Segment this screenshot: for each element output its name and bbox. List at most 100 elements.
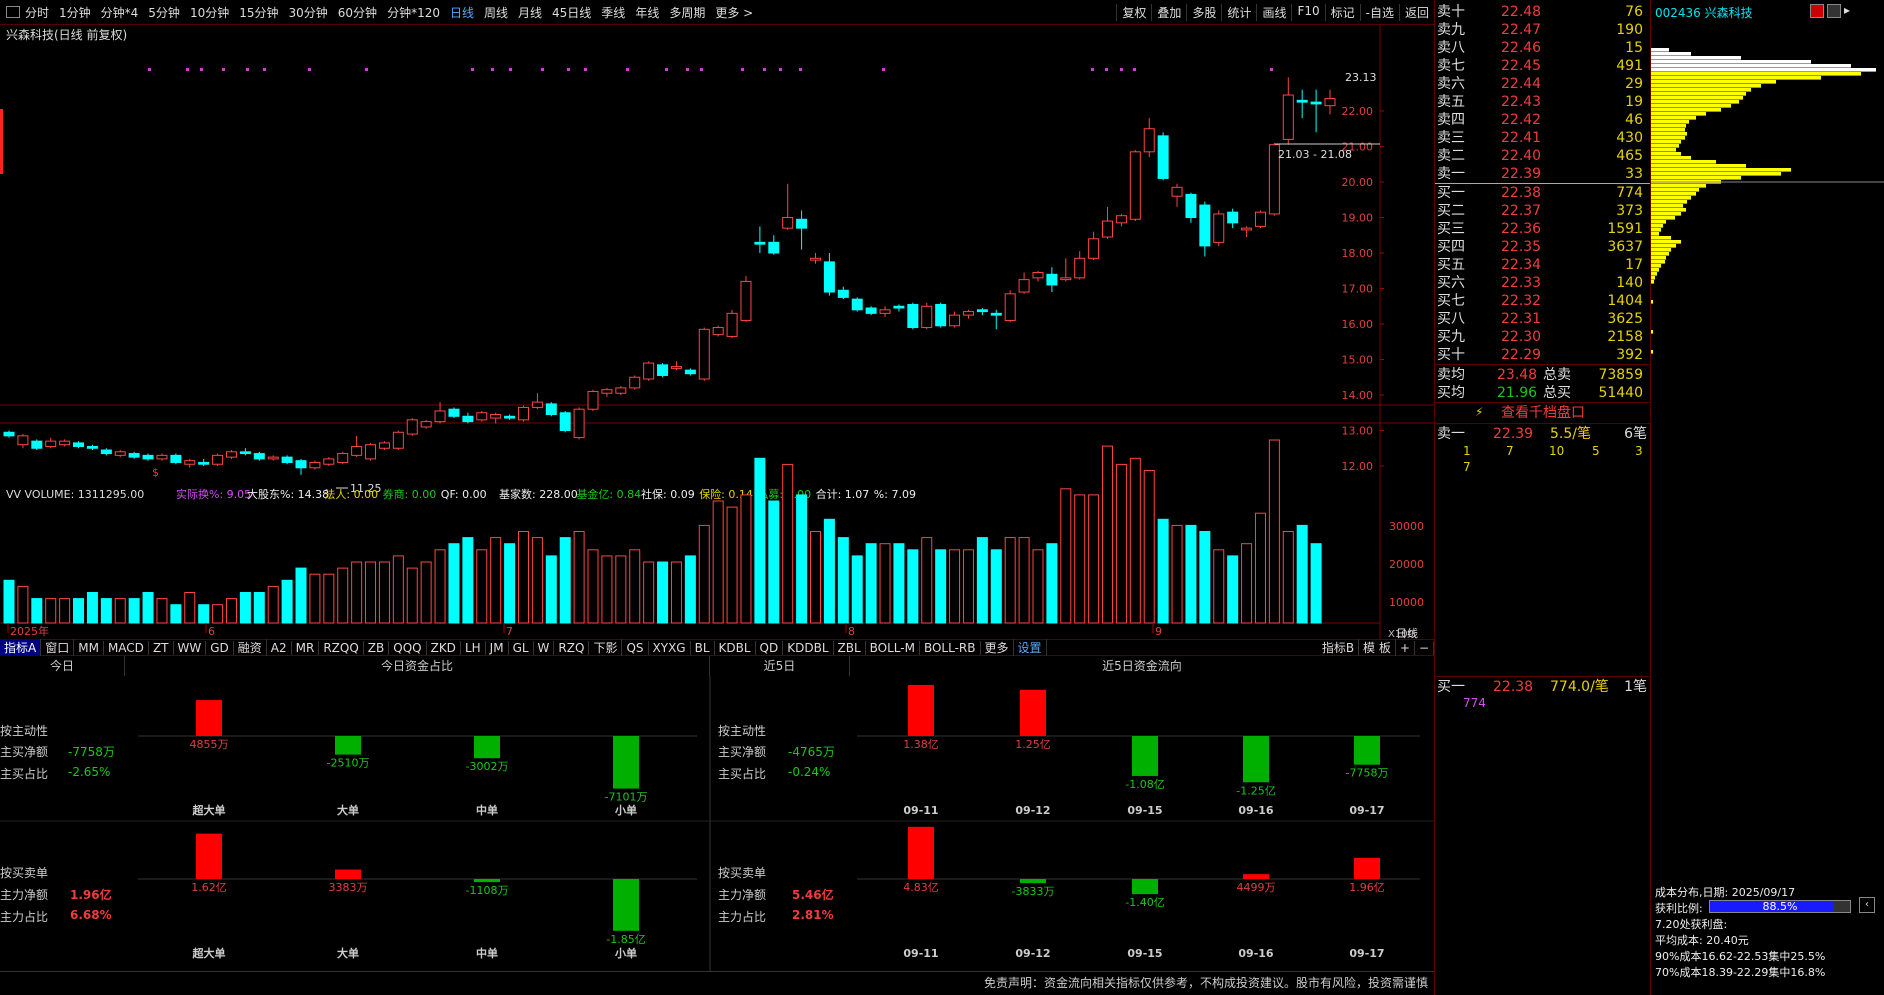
cost-date: 成本分布,日期: 2025/09/17 — [1655, 886, 1796, 899]
chip-bar — [1651, 48, 1669, 52]
period-1[interactable]: 1分钟 — [54, 4, 96, 21]
candle-body — [1282, 94, 1294, 140]
price-label: 14.00 — [1342, 389, 1374, 402]
indicator-tab-6[interactable]: GD — [206, 640, 234, 655]
indicator-tab-8[interactable]: A2 — [267, 640, 292, 655]
tool-6[interactable]: 标记 — [1324, 3, 1360, 21]
volume-bar — [59, 598, 71, 624]
period-9[interactable]: 日线 — [445, 4, 479, 21]
price-label: 20.00 — [1342, 176, 1374, 189]
tool-2[interactable]: 多股 — [1186, 3, 1221, 21]
candle-body — [1074, 257, 1086, 279]
tool-7[interactable]: -自选 — [1359, 3, 1399, 21]
chip-bar — [1651, 68, 1876, 72]
profit-ratio-value: 88.5% — [1762, 900, 1798, 913]
chip-bar — [1651, 244, 1676, 248]
indicator-tab-30[interactable]: 设置 — [1014, 639, 1047, 656]
period-5[interactable]: 15分钟 — [234, 4, 283, 21]
indicator-tab-21[interactable]: XYXG — [649, 640, 691, 655]
chip-bar — [1651, 204, 1683, 208]
indicator-tab-22[interactable]: BL — [691, 640, 715, 655]
period-10[interactable]: 周线 — [479, 4, 513, 21]
indicator-tab-3[interactable]: MACD — [104, 640, 149, 655]
indicator-tab-13[interactable]: ZKD — [427, 640, 461, 655]
volume-bar — [1310, 543, 1322, 624]
view-depth-button[interactable]: 查看千档盘口 — [1435, 403, 1651, 423]
period-7[interactable]: 60分钟 — [333, 4, 382, 21]
signal-dot — [1105, 68, 1108, 71]
fund-bar — [335, 869, 361, 879]
period-4[interactable]: 10分钟 — [185, 4, 234, 21]
candle-body — [1157, 135, 1169, 179]
indicator-tab-29[interactable]: 更多 — [981, 639, 1014, 656]
candle-body — [434, 410, 446, 423]
indicator-tab-27[interactable]: BOLL-M — [866, 640, 920, 655]
ob-volume: 17 — [1625, 257, 1643, 273]
candle-body — [323, 458, 335, 465]
volume-bar — [462, 537, 474, 624]
indicator-tab-18[interactable]: RZQ — [554, 640, 590, 655]
kline-chart-area[interactable]: 兴森科技(日线 前复权) 22.00 21.00 20.00 19.00 18.00 17… — [0, 25, 1434, 655]
candle-body — [754, 241, 766, 245]
indicator-tab-12[interactable]: QQQ — [389, 640, 427, 655]
ob-volume: 1404 — [1607, 293, 1643, 309]
period-12[interactable]: 45日线 — [547, 4, 596, 21]
period-6[interactable]: 30分钟 — [284, 4, 333, 21]
period-3[interactable]: 5分钟 — [143, 4, 185, 21]
indicator-tab-20[interactable]: QS — [622, 640, 649, 655]
indicator-tab-14[interactable]: LH — [461, 640, 486, 655]
indicator-tab-0[interactable]: 指标A — [0, 639, 42, 656]
period-0[interactable]: 分时 — [20, 4, 54, 21]
tab-right-0[interactable]: 指标B — [1318, 639, 1360, 656]
indicator-tab-4[interactable]: ZT — [149, 640, 174, 655]
indicator-tab-15[interactable]: JM — [486, 640, 509, 655]
indicator-tab-5[interactable]: WW — [174, 640, 207, 655]
indicator-tab-1[interactable]: 窗口 — [41, 639, 75, 656]
period-8[interactable]: 分钟*120 — [382, 4, 445, 21]
indicator-tab-23[interactable]: KDBL — [715, 640, 756, 655]
sell-row-3: 卖三 22.41 430 — [1435, 129, 1651, 147]
indicator-tabs: 指标A 窗口 MM MACD ZT WW GD 融资 A2 MR RZQQ ZB QQQ ZKD LH JM G… — [0, 639, 1434, 656]
tab-right-2[interactable]: + — [1396, 640, 1415, 655]
sell1-order: 1 — [1463, 444, 1471, 458]
nav-toggle-icon[interactable] — [6, 6, 20, 18]
indicator-tab-17[interactable]: W — [534, 640, 555, 655]
indicator-tab-7[interactable]: 融资 — [234, 639, 267, 656]
fund-bar-value: 1.38亿 — [903, 738, 939, 751]
indicator-tab-2[interactable]: MM — [74, 640, 104, 655]
tool-4[interactable]: 画线 — [1256, 3, 1291, 21]
indicator-tab-24[interactable]: QD — [756, 640, 784, 655]
period-16[interactable]: 更多 > — [710, 4, 758, 21]
buy-row-4: 买四 22.35 3637 — [1435, 238, 1651, 256]
period-14[interactable]: 年线 — [630, 4, 664, 21]
sell1-order: 5 — [1592, 444, 1600, 458]
candle-body — [225, 451, 237, 458]
indicator-tab-28[interactable]: BOLL-RB — [920, 640, 981, 655]
fund-bar-category: 09-12 — [1015, 947, 1050, 960]
period-13[interactable]: 季线 — [596, 4, 630, 21]
period-11[interactable]: 月线 — [513, 4, 547, 21]
tool-0[interactable]: 复权 — [1116, 3, 1151, 21]
kline-chart[interactable]: 22.0021.0020.0019.0018.0017.0016.0015.00… — [0, 25, 1434, 639]
indicator-tab-11[interactable]: ZB — [364, 640, 390, 655]
indicator-tab-16[interactable]: GL — [509, 640, 534, 655]
sell-row-5: 卖五 22.43 19 — [1435, 93, 1651, 111]
tool-3[interactable]: 统计 — [1221, 3, 1256, 21]
tab-right-3[interactable]: − — [1415, 640, 1434, 655]
indicator-tab-9[interactable]: MR — [292, 640, 320, 655]
period-2[interactable]: 分钟*4 — [96, 4, 144, 21]
fund-bar-category: 09-16 — [1238, 947, 1274, 960]
indicator-tab-25[interactable]: KDDBL — [783, 640, 834, 655]
tool-1[interactable]: 叠加 — [1151, 3, 1186, 21]
volume-bar — [768, 500, 780, 624]
indicator-tab-10[interactable]: RZQQ — [319, 640, 364, 655]
chevron-left-icon[interactable]: ‹ — [1859, 897, 1875, 913]
fund-bar — [613, 879, 639, 931]
tool-5[interactable]: F10 — [1291, 3, 1324, 21]
volume-bar — [657, 561, 669, 624]
tab-right-1[interactable]: 模 板 — [1359, 639, 1396, 656]
indicator-tab-26[interactable]: ZBL — [834, 640, 866, 655]
tool-8[interactable]: 返回 — [1398, 3, 1434, 21]
indicator-tab-19[interactable]: 下影 — [589, 639, 623, 656]
period-15[interactable]: 多周期 — [664, 4, 710, 21]
